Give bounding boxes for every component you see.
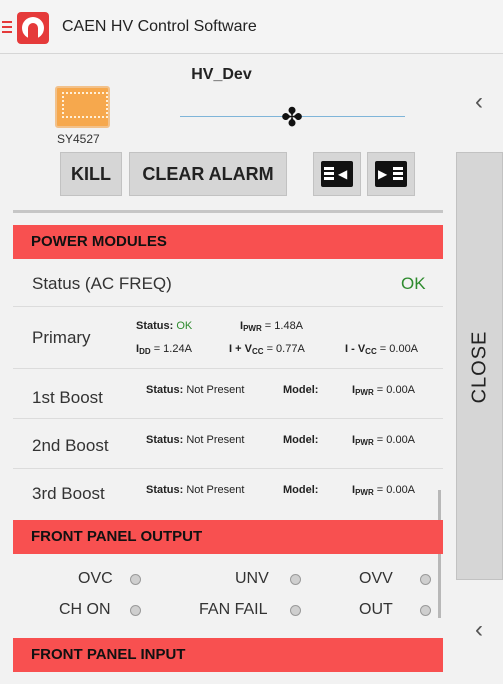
device-model: SY4527	[57, 132, 100, 146]
scrollbar[interactable]	[438, 490, 441, 618]
title-bar: CAEN HV Control Software	[0, 0, 503, 54]
divider	[13, 210, 443, 213]
boost-2-status: Status: Not Present	[146, 434, 245, 446]
chevron-left-icon[interactable]: ‹	[469, 616, 489, 644]
collapse-left-icon: ◀	[321, 161, 353, 187]
expand-right-icon: ▶	[375, 161, 407, 187]
led-label-ovc: OVC	[78, 570, 113, 587]
boost-3-label: 3rd Boost	[32, 484, 105, 503]
primary-status: Status: OK	[136, 320, 193, 332]
front-panel-input-header: FRONT PANEL INPUT	[13, 638, 443, 672]
led-fan-fail	[290, 605, 301, 616]
primary-label: Primary	[32, 328, 91, 347]
collapse-button[interactable]: ◀	[313, 152, 361, 196]
led-ovc	[130, 574, 141, 585]
primary-ivcc-minus: I - VCC = 0.00A	[345, 343, 419, 356]
led-label-unv: UNV	[235, 570, 269, 587]
boost-1-label: 1st Boost	[32, 388, 103, 407]
expand-button[interactable]: ▶	[367, 152, 415, 196]
crate-icon	[55, 86, 110, 128]
primary-ipwr: IPWR = 1.48A	[240, 320, 304, 333]
boost-3-status: Status: Not Present	[146, 484, 245, 496]
boost-1-status: Status: Not Present	[146, 384, 245, 396]
led-label-ovv: OVV	[359, 570, 393, 587]
device-name: HV_Dev	[191, 66, 252, 83]
led-out	[420, 605, 431, 616]
boost-2-model: Model:	[283, 434, 319, 446]
chevron-left-icon[interactable]: ‹	[469, 88, 489, 116]
boost-2-ipwr: IPWR = 0.00A	[352, 434, 416, 447]
primary-idd: IDD = 1.24A	[136, 343, 192, 356]
close-button[interactable]: CLOSE	[456, 152, 503, 580]
boost-2-label: 2nd Boost	[32, 436, 109, 455]
led-ch-on	[130, 605, 141, 616]
front-panel-output-header: FRONT PANEL OUTPUT	[13, 520, 443, 554]
led-label-out: OUT	[359, 601, 393, 618]
led-ovv	[420, 574, 431, 585]
close-label: CLOSE	[468, 330, 491, 404]
primary-ivcc-plus: I + VCC = 0.77A	[229, 343, 305, 356]
boost-1-ipwr: IPWR = 0.00A	[352, 384, 416, 397]
boost-1-model: Model:	[283, 384, 319, 396]
status-label: Status (AC FREQ)	[32, 274, 172, 293]
led-unv	[290, 574, 301, 585]
status-value: OK	[401, 274, 426, 293]
clear-alarm-button[interactable]: CLEAR ALARM	[129, 152, 287, 196]
led-label-ch-on: CH ON	[59, 601, 111, 618]
led-label-fan-fail: FAN FAIL	[199, 601, 268, 618]
power-modules-header: POWER MODULES	[13, 225, 443, 259]
fan-icon: ✤	[281, 102, 303, 132]
kill-button[interactable]: KILL	[60, 152, 122, 196]
app-title: CAEN HV Control Software	[62, 18, 257, 35]
hamburger-icon[interactable]	[2, 21, 12, 34]
boost-3-ipwr: IPWR = 0.00A	[352, 484, 416, 497]
caen-logo-icon	[17, 12, 49, 44]
boost-3-model: Model:	[283, 484, 319, 496]
